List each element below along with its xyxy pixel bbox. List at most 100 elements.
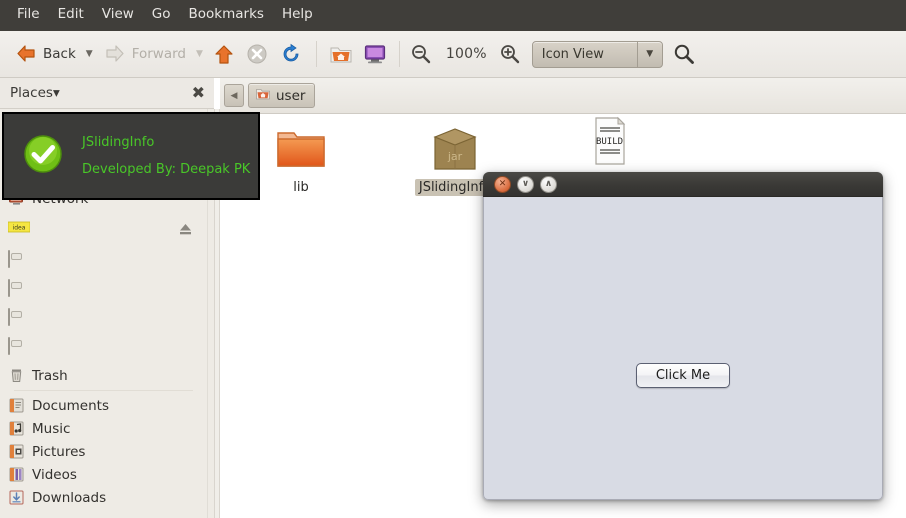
back-label: Back: [43, 46, 76, 62]
svg-text:idea: idea: [13, 225, 26, 232]
pictures-icon: [8, 443, 25, 460]
document-icon: BUILD: [586, 116, 632, 172]
reload-button[interactable]: [275, 35, 309, 73]
toolbar-separator-1: [315, 41, 317, 67]
sidebar-item-label: Pictures: [32, 443, 86, 460]
jar-archive-icon: jar: [428, 128, 482, 176]
chevron-down-icon: ▼: [646, 49, 654, 59]
sidebar-item-label: Trash: [32, 367, 68, 384]
places-title-label: Places: [10, 85, 53, 101]
drive-icon: [8, 279, 25, 297]
stop-button[interactable]: [241, 35, 275, 73]
places-title[interactable]: Places▾: [10, 85, 60, 101]
forward-arrow-icon: [103, 43, 127, 65]
toolbar: Back ▼ Forward ▼ 100% Icon View ▼: [0, 31, 906, 78]
folder-icon: [274, 132, 328, 176]
downloads-icon: [8, 489, 25, 506]
notification-popup[interactable]: JSlidingInfo Developed By: Deepak PK: [2, 112, 260, 200]
menu-item-view[interactable]: View: [93, 5, 143, 26]
sidebar-item-trash[interactable]: Trash: [0, 364, 207, 387]
sidebar-item-videos[interactable]: Videos: [0, 463, 207, 486]
svg-text:BUILD: BUILD: [596, 137, 623, 147]
computer-button[interactable]: [358, 35, 392, 73]
view-mode-select[interactable]: Icon View ▼: [531, 40, 663, 68]
sidebar-item-drive-1[interactable]: [0, 248, 207, 271]
java-window-titlebar[interactable]: ✕ ∨ ∧: [483, 172, 883, 197]
window-close-button[interactable]: ✕: [494, 175, 511, 193]
forward-button[interactable]: Forward: [97, 39, 192, 69]
search-button[interactable]: [663, 35, 703, 73]
breadcrumb-scroll-left-button[interactable]: ◀: [224, 84, 244, 107]
sidebar-item-music[interactable]: Music: [0, 417, 207, 440]
menu-item-bookmarks[interactable]: Bookmarks: [180, 5, 273, 26]
back-button[interactable]: Back: [8, 39, 82, 69]
notification-icon-wrap: [4, 134, 82, 178]
java-app-window[interactable]: ✕ ∨ ∧ Click Me: [483, 172, 883, 500]
notification-title: JSlidingInfo: [82, 135, 155, 150]
trash-icon: [8, 367, 25, 384]
places-panel-header: Places▾ ✖: [0, 78, 214, 109]
menu-bar: File Edit View Go Bookmarks Help: [0, 0, 906, 31]
window-minimize-button[interactable]: ∨: [517, 175, 534, 193]
zoom-in-icon: [499, 43, 523, 65]
home-folder-button[interactable]: [324, 35, 358, 73]
chevron-left-icon: ◀: [230, 90, 238, 101]
file-item-lib[interactable]: lib: [248, 124, 354, 196]
drive-icon: [8, 250, 25, 268]
videos-icon: [8, 466, 25, 483]
toolbar-separator-2: [398, 41, 400, 67]
idea-badge-icon: idea: [7, 221, 31, 238]
menu-item-edit[interactable]: Edit: [49, 5, 93, 26]
menu-item-help[interactable]: Help: [273, 5, 322, 26]
up-button[interactable]: [207, 35, 241, 73]
sidebar-item-label: Downloads: [32, 489, 107, 506]
sidebar-item-pictures[interactable]: Pictures: [0, 440, 207, 463]
menu-item-go[interactable]: Go: [143, 5, 180, 26]
view-mode-value: Icon View: [541, 46, 604, 62]
click-me-button[interactable]: Click Me: [636, 363, 730, 388]
zoom-out-button[interactable]: [407, 35, 437, 73]
sidebar-item-idea-volume[interactable]: idea: [0, 218, 207, 241]
java-window-body: Click Me: [483, 197, 883, 500]
drive-icon: [8, 337, 25, 355]
svg-text:jar: jar: [447, 150, 463, 163]
notification-subtitle: Developed By: Deepak PK: [82, 162, 251, 177]
breadcrumb-item-user[interactable]: user: [248, 83, 316, 108]
sidebar-item-drive-3[interactable]: [0, 306, 207, 329]
forward-dropdown-caret: ▼: [196, 49, 203, 59]
file-label: lib: [293, 180, 309, 195]
zoom-level-label: 100%: [445, 46, 487, 62]
music-icon: [8, 420, 25, 437]
reload-icon: [280, 43, 304, 65]
close-icon[interactable]: ✖: [192, 85, 205, 101]
stop-icon: [246, 43, 270, 65]
breadcrumb-label: user: [276, 87, 306, 104]
sidebar-divider: [14, 390, 193, 391]
back-dropdown-caret[interactable]: ▼: [82, 49, 97, 59]
eject-icon[interactable]: [178, 222, 193, 237]
window-maximize-button[interactable]: ∧: [540, 175, 557, 193]
documents-icon: [8, 397, 25, 414]
sidebar-item-label: Documents: [32, 397, 109, 414]
zoom-out-icon: [410, 43, 434, 65]
sidebar-item-drive-2[interactable]: [0, 277, 207, 300]
computer-icon: [363, 43, 387, 65]
home-icon: [255, 86, 271, 105]
sidebar-item-drive-4[interactable]: [0, 335, 207, 358]
home-folder-icon: [329, 43, 353, 65]
success-check-icon: [23, 134, 63, 178]
zoom-in-button[interactable]: [496, 35, 526, 73]
menu-item-file[interactable]: File: [8, 5, 49, 26]
forward-label: Forward: [131, 46, 186, 62]
notification-texts: JSlidingInfo Developed By: Deepak PK: [82, 135, 250, 177]
search-icon: [673, 43, 697, 65]
sidebar-item-label: Music: [32, 420, 71, 437]
sidebar-item-downloads[interactable]: Downloads: [0, 486, 207, 509]
drive-icon: [8, 308, 25, 326]
sidebar-item-documents[interactable]: Documents: [0, 394, 207, 417]
back-arrow-icon: [14, 43, 38, 65]
places-title-caret: ▾: [52, 85, 60, 101]
sidebar-item-label: Videos: [32, 466, 77, 483]
breadcrumb: ◀ user: [220, 78, 906, 114]
desktop-root: File Edit View Go Bookmarks Help Back ▼ …: [0, 0, 906, 518]
